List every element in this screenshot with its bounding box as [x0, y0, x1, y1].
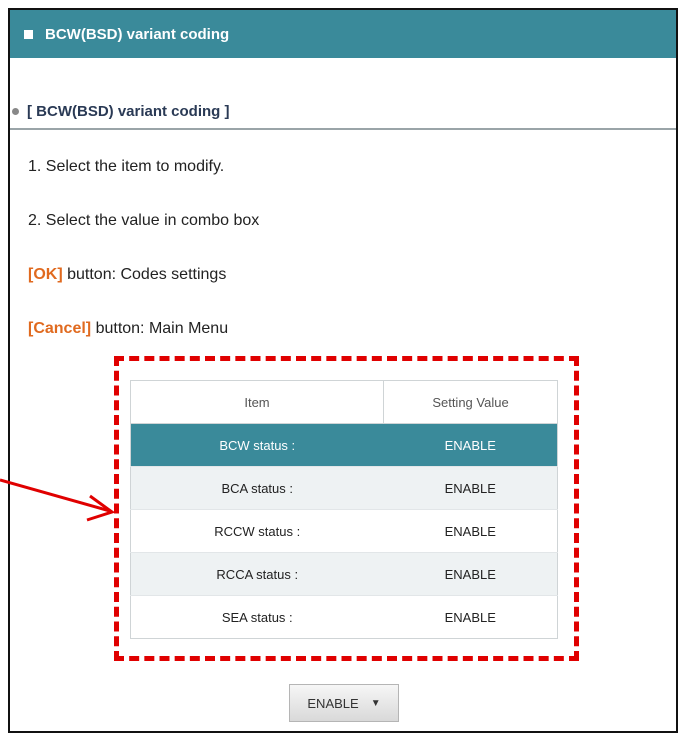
- red-arrow-icon: [0, 478, 116, 522]
- cancel-description: button: Main Menu: [91, 320, 229, 337]
- table-row[interactable]: BCA status : ENABLE: [130, 466, 558, 510]
- row-item: SEA status :: [130, 595, 384, 639]
- instruction-step1: 1. Select the item to modify.: [28, 158, 225, 175]
- table-row[interactable]: SEA status : ENABLE: [130, 595, 558, 639]
- column-header-setting-value: Setting Value: [383, 380, 558, 424]
- row-item: RCCW status :: [130, 509, 384, 553]
- instruction-step2: 2. Select the value in combo box: [28, 212, 260, 229]
- row-value: ENABLE: [383, 423, 558, 467]
- table-row[interactable]: BCW status : ENABLE: [130, 423, 558, 467]
- row-item: BCW status :: [130, 423, 384, 467]
- value-combo-box[interactable]: ENABLE ▼: [289, 684, 399, 722]
- ok-description: button: Codes settings: [62, 266, 227, 283]
- window-title: BCW(BSD) variant coding: [45, 25, 230, 43]
- table-row[interactable]: RCCW status : ENABLE: [130, 509, 558, 553]
- column-header-item: Item: [130, 380, 384, 424]
- table-header: Item Setting Value: [130, 380, 558, 424]
- row-item: BCA status :: [130, 466, 384, 510]
- variant-table: Item Setting Value BCW status : ENABLE B…: [130, 380, 558, 639]
- row-value: ENABLE: [383, 466, 558, 510]
- bullet-icon: [12, 107, 19, 115]
- section-heading: [ BCW(BSD) variant coding ]: [10, 94, 676, 130]
- ok-keyword: [OK]: [28, 266, 63, 283]
- row-value: ENABLE: [383, 552, 558, 596]
- title-bar: BCW(BSD) variant coding: [10, 10, 676, 58]
- row-item: RCCA status :: [130, 552, 384, 596]
- instruction-cancel: [Cancel] button: Main Menu: [28, 320, 228, 338]
- table-row[interactable]: RCCA status : ENABLE: [130, 552, 558, 596]
- row-value: ENABLE: [383, 509, 558, 553]
- title-square-icon: [24, 29, 33, 39]
- combo-value: ENABLE: [307, 695, 359, 711]
- instruction-ok: [OK] button: Codes settings: [28, 266, 226, 284]
- row-value: ENABLE: [383, 595, 558, 639]
- cancel-keyword: [Cancel]: [28, 320, 92, 337]
- caret-down-icon: ▼: [370, 697, 381, 709]
- section-title: [ BCW(BSD) variant coding ]: [27, 102, 230, 120]
